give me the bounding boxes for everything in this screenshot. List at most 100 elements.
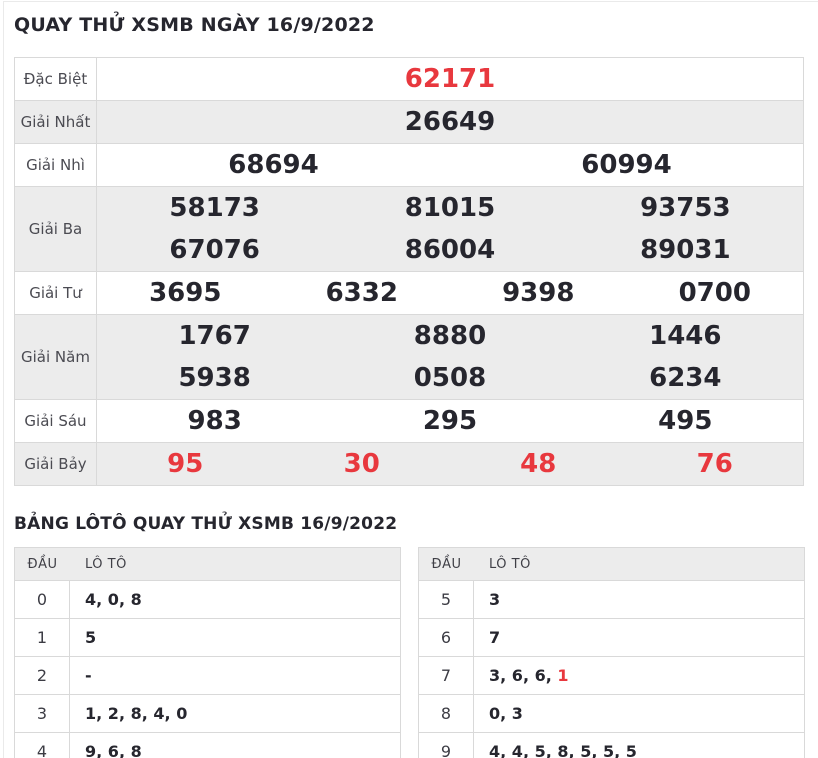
prize-row: Giải Nhất 26649 [15,101,803,144]
loto-tables: ĐẦU LÔ TÔ 0 4, 0, 8 1 5 2 - 3 1, 2, 8, 4… [14,547,805,758]
prize-number-line: 5938 0508 6234 [97,357,803,399]
prize-number-line: 62171 [97,58,803,100]
prize-row-label: Giải Sáu [15,400,97,442]
page-title: QUAY THỬ XSMB NGÀY 16/9/2022 [14,14,375,36]
prize-number-line: 95 30 48 76 [97,443,803,485]
loto-digit: 4 [85,590,97,609]
prize-row-label: Giải Nhất [15,101,97,143]
loto-table-header: ĐẦU LÔ TÔ [419,548,804,580]
prize-row: Đặc Biệt 62171 [15,58,803,101]
prize-row-label: Giải Tư [15,272,97,314]
loto-row-values: 1, 2, 8, 4, 0 [85,704,188,723]
prize-row: Giải Sáu 983 295 495 [15,400,803,443]
prize-row-numbers: 68694 60994 [97,144,803,186]
loto-row-dau: 8 [419,695,474,732]
loto-row: 7 3, 6, 6, 1 [419,656,804,694]
loto-row-values: - [70,666,400,685]
prize-number: 60994 [581,150,672,180]
loto-row-values: 3 [474,590,804,609]
prize-number: 0508 [413,363,487,393]
prize-number: 95 [167,449,204,479]
prize-number: 89031 [640,235,731,265]
loto-row-dau: 5 [419,581,474,618]
prize-number-line: 3695 6332 9398 0700 [97,272,803,314]
prize-number: 6234 [649,363,722,393]
loto-digit: 3 [511,704,523,723]
prize-number: 58173 [169,193,260,223]
prize-number-line: 26649 [97,101,803,143]
loto-digit: 3 [489,666,501,685]
prize-number: 3695 [149,278,222,308]
prize-number: 67076 [169,235,260,265]
loto-digit: 5 [85,628,97,647]
prize-row: Giải Bảy 95 30 48 76 [15,443,803,486]
loto-row: 0 4, 0, 8 [15,580,400,618]
loto-row-dau: 2 [15,657,70,694]
prize-number: 495 [658,406,713,436]
prize-number: 48 [520,449,557,479]
lottery-results-page: QUAY THỬ XSMB NGÀY 16/9/2022 Đặc Biệt 62… [0,0,818,758]
prize-number: 5938 [178,363,251,393]
prize-number: 76 [696,449,733,479]
loto-rows-right: 5 3 6 7 7 3, 6, 6, 1 8 0, 3 9 4, 4, 5, 8… [419,580,804,758]
loto-digit: 1 [85,704,97,723]
loto-row: 9 4, 4, 5, 8, 5, 5, 5 [419,732,804,758]
loto-row: 4 9, 6, 8 [15,732,400,758]
prize-number: 8880 [413,321,487,351]
prize-number: 0700 [678,278,751,308]
loto-row-dau: 1 [15,619,70,656]
loto-digit: 8 [130,704,142,723]
prize-row: Giải Năm 1767 8880 1446 5938 0508 6234 [15,315,803,400]
loto-digit: 0 [176,704,188,723]
prize-row-label: Giải Bảy [15,443,97,485]
loto-digit: 4 [153,704,165,723]
prize-number: 6332 [325,278,398,308]
prize-number-line: 67076 86004 89031 [97,229,803,271]
loto-rows-left: 0 4, 0, 8 1 5 2 - 3 1, 2, 8, 4, 0 4 9, 6… [15,580,400,758]
loto-table-header: ĐẦU LÔ TÔ [15,548,400,580]
prize-table: Đặc Biệt 62171 Giải Nhất 26649 Giải Nhì … [14,57,804,486]
prize-row-label: Giải Năm [15,315,97,399]
loto-row: 5 3 [419,580,804,618]
loto-row-dau: 7 [419,657,474,694]
prize-row-numbers: 26649 [97,101,803,143]
column-header-dau: ĐẦU [431,556,462,572]
column-header-loto: LÔ TÔ [489,556,531,572]
loto-row-values: 0, 3 [489,704,523,723]
prize-number: 1446 [649,321,722,351]
prize-row-numbers: 1767 8880 1446 5938 0508 6234 [97,315,803,399]
loto-digit: 6 [534,666,546,685]
loto-digit: 1 [557,666,569,685]
loto-row: 6 7 [419,618,804,656]
prize-number: 86004 [404,235,496,265]
loto-row-dau: 9 [419,733,474,758]
loto-row-dau: 0 [15,581,70,618]
loto-row: 3 1, 2, 8, 4, 0 [15,694,400,732]
prize-number-line: 1767 8880 1446 [97,315,803,357]
loto-row-values: 7 [474,628,804,647]
loto-digit: 8 [130,590,142,609]
loto-table-left: ĐẦU LÔ TÔ 0 4, 0, 8 1 5 2 - 3 1, 2, 8, 4… [14,547,401,758]
loto-row: 8 0, 3 [419,694,804,732]
loto-row-dau: 6 [419,619,474,656]
prize-number-line: 983 295 495 [97,400,803,442]
prize-number: 295 [422,406,478,436]
prize-number: 81015 [404,193,496,223]
prize-row-numbers: 95 30 48 76 [97,443,803,485]
prize-number: 1767 [178,321,251,351]
loto-row-values: 3, 6, 6, 1 [489,666,569,685]
prize-row-numbers: 58173 81015 93753 67076 86004 89031 [97,187,803,271]
loto-section-title: BẢNG LÔTÔ QUAY THỬ XSMB 16/9/2022 [14,514,398,534]
prize-row: Giải Tư 3695 6332 9398 0700 [15,272,803,315]
prize-row: Giải Nhì 68694 60994 [15,144,803,187]
prize-number: 26649 [404,107,496,137]
prize-row-label: Đặc Biệt [15,58,97,100]
loto-row-dau: 4 [15,733,70,758]
column-header-loto: LÔ TÔ [85,556,127,572]
prize-row-numbers: 3695 6332 9398 0700 [97,272,803,314]
column-header-dau: ĐẦU [27,556,58,572]
loto-row-values: 5 [70,628,400,647]
loto-row: 1 5 [15,618,400,656]
loto-row: 2 - [15,656,400,694]
prize-number: 983 [187,406,242,436]
